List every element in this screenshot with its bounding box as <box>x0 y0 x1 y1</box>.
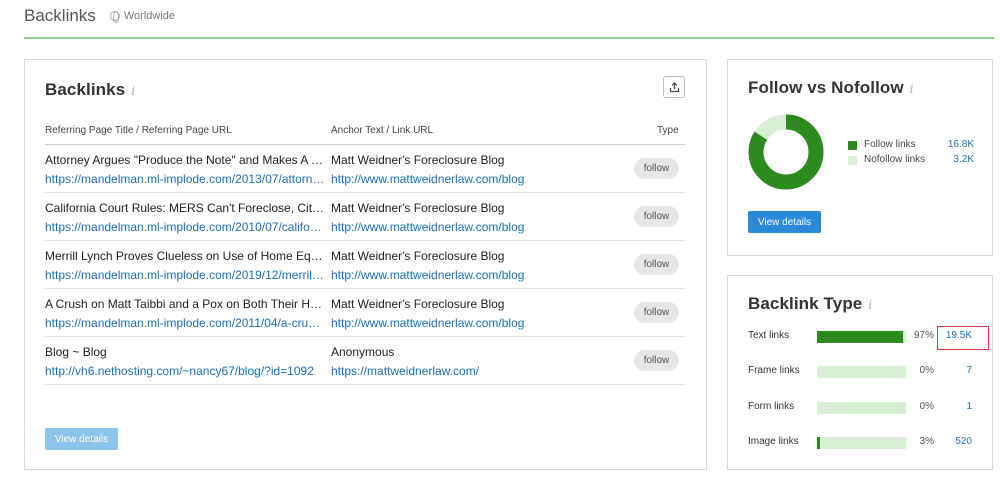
export-icon <box>669 81 679 92</box>
page-title: Backlinks <box>24 6 96 25</box>
row-url-link[interactable]: https://mandelman.ml-implode.com/2011/04… <box>45 316 325 330</box>
legend-nofollow-row[interactable]: Nofollow links 3.2K <box>848 154 974 169</box>
type-label: Frame links <box>748 365 800 376</box>
follow-card-title: Follow vs Nofollow i <box>748 78 914 98</box>
type-count-link[interactable]: 7 <box>966 365 972 376</box>
column-header-referring[interactable]: Referring Page Title / Referring Page UR… <box>45 125 232 136</box>
backlink-type-card: Backlink Type i Text links 97% 19.5K Fram… <box>727 275 993 470</box>
row-link-url[interactable]: https://mattweidnerlaw.com/ <box>331 364 591 378</box>
row-anchor-text: Matt Weidner's Foreclosure Blog <box>331 201 505 215</box>
legend-follow-row[interactable]: Follow links 16.8K <box>848 139 974 154</box>
backlinks-card-title: Backlinks i <box>45 80 135 100</box>
follow-badge: follow <box>634 350 679 371</box>
row-url-link[interactable]: https://mandelman.ml-implode.com/2019/12… <box>45 268 325 282</box>
type-percent: 97% <box>913 330 934 341</box>
row-anchor-text: Anonymous <box>331 345 395 359</box>
row-url-link[interactable]: https://mandelman.ml-implode.com/2010/07… <box>45 220 325 234</box>
backlinks-card: Backlinks i Referring Page Title / Referr… <box>24 59 707 470</box>
row-link-url[interactable]: http://www.mattweidnerlaw.com/blog <box>331 268 591 282</box>
row-anchor-text: Matt Weidner's Foreclosure Blog <box>331 153 505 167</box>
follow-badge: follow <box>634 158 679 179</box>
follow-badge: follow <box>634 302 679 323</box>
type-bar-track <box>817 437 906 449</box>
backlinks-title-text: Backlinks <box>45 80 126 99</box>
column-header-type[interactable]: Type <box>657 125 679 136</box>
row-link-url[interactable]: http://www.mattweidnerlaw.com/blog <box>331 316 591 330</box>
type-count-link[interactable]: 1 <box>966 401 972 412</box>
highlight-box <box>937 326 989 350</box>
row-link-url[interactable]: http://www.mattweidnerlaw.com/blog <box>331 220 591 234</box>
info-icon[interactable]: i <box>910 82 914 96</box>
type-label: Form links <box>748 401 795 412</box>
legend-label: Nofollow links <box>864 154 926 165</box>
type-row-image[interactable]: Image links 3% 520 <box>748 434 974 450</box>
follow-legend: Follow links 16.8K Nofollow links 3.2K <box>848 139 974 169</box>
row-url-link[interactable]: https://mandelman.ml-implode.com/2013/07… <box>45 172 325 186</box>
row-title: A Crush on Matt Taibbi and a Pox on Both… <box>45 297 325 311</box>
info-icon[interactable]: i <box>131 84 135 98</box>
follow-nofollow-card: Follow vs Nofollow i Follow links 16.8K N… <box>727 59 993 256</box>
type-row-form[interactable]: Form links 0% 1 <box>748 399 974 415</box>
type-percent: 0% <box>919 365 934 376</box>
row-title: Attorney Argues "Produce the Note" and M… <box>45 153 325 167</box>
type-label: Image links <box>748 436 799 447</box>
column-header-anchor[interactable]: Anchor Text / Link URL <box>331 125 433 136</box>
table-row: Attorney Argues "Produce the Note" and M… <box>45 145 685 193</box>
row-title: Merrill Lynch Proves Clueless on Use of … <box>45 249 325 263</box>
row-title: Blog ~ Blog <box>45 345 107 359</box>
export-button[interactable] <box>663 76 685 98</box>
table-row: California Court Rules: MERS Can't Forec… <box>45 193 685 241</box>
legend-value-link[interactable]: 3.2K <box>953 154 974 165</box>
table-row: Blog ~ Blog http://vh6.nethosting.com/~n… <box>45 337 685 385</box>
type-count-link[interactable]: 520 <box>955 436 972 447</box>
follow-badge: follow <box>634 254 679 275</box>
table-row: A Crush on Matt Taibbi and a Pox on Both… <box>45 289 685 337</box>
type-bar-track <box>817 366 906 378</box>
row-anchor-text: Matt Weidner's Foreclosure Blog <box>331 249 505 263</box>
table-row: Merrill Lynch Proves Clueless on Use of … <box>45 241 685 289</box>
follow-badge: follow <box>634 206 679 227</box>
type-bar-fill <box>817 437 820 449</box>
type-bar-fill <box>817 331 903 343</box>
type-bar-track <box>817 402 906 414</box>
type-row-frame[interactable]: Frame links 0% 7 <box>748 363 974 379</box>
type-bar-track <box>817 331 906 343</box>
follow-title-text: Follow vs Nofollow <box>748 78 904 97</box>
info-icon[interactable]: i <box>868 298 872 312</box>
view-details-button[interactable]: View details <box>45 428 118 450</box>
globe-icon <box>109 11 120 23</box>
view-details-button[interactable]: View details <box>748 211 821 233</box>
row-title: California Court Rules: MERS Can't Forec… <box>45 201 325 215</box>
type-card-title: Backlink Type i <box>748 294 872 314</box>
type-label: Text links <box>748 330 790 341</box>
follow-donut-chart <box>748 114 824 190</box>
type-title-text: Backlink Type <box>748 294 863 313</box>
legend-swatch <box>848 156 857 165</box>
legend-value-link[interactable]: 16.8K <box>948 139 974 150</box>
row-link-url[interactable]: http://www.mattweidnerlaw.com/blog <box>331 172 591 186</box>
legend-swatch <box>848 141 857 150</box>
page-header: Backlinks Worldwide <box>24 4 175 28</box>
region-selector[interactable]: Worldwide <box>109 10 175 23</box>
header-divider <box>24 37 994 39</box>
type-percent: 0% <box>919 401 934 412</box>
type-percent: 3% <box>919 436 934 447</box>
legend-label: Follow links <box>864 139 916 150</box>
row-url-link[interactable]: http://vh6.nethosting.com/~nancy67/blog/… <box>45 364 325 378</box>
region-label: Worldwide <box>123 10 175 22</box>
row-anchor-text: Matt Weidner's Foreclosure Blog <box>331 297 505 311</box>
